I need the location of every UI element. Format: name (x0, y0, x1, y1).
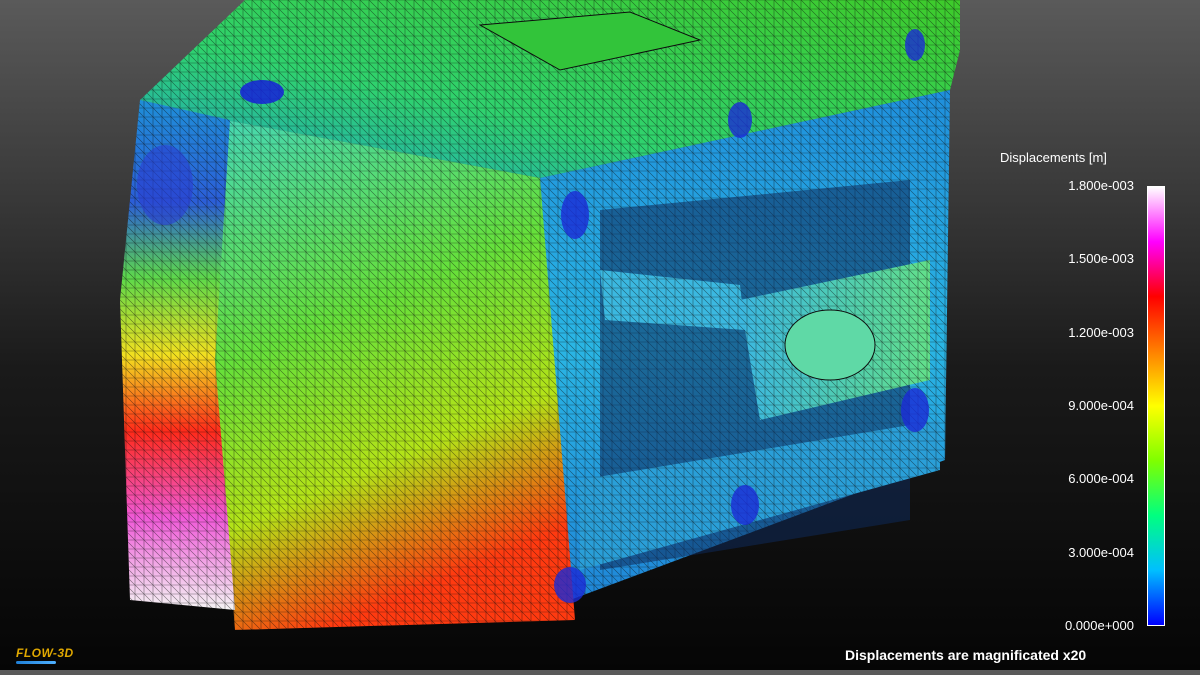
flow3d-logo: FLOW-3D (16, 646, 74, 660)
legend-tick-label: 1.800e-003 (1068, 178, 1134, 193)
legend-tick-label: 0.000e+000 (1064, 618, 1134, 633)
color-scale-bar (1147, 186, 1165, 626)
legend-title: Displacements [m] (1000, 150, 1107, 165)
legend-tick-label: 1.200e-003 (1068, 324, 1134, 340)
legend-tick-label: 1.500e-003 (1068, 251, 1134, 267)
front-face (215, 120, 575, 630)
legend-tick-label: 6.000e-004 (1068, 471, 1134, 487)
legend-tick-label: 9.000e-004 (1068, 398, 1134, 413)
legend-tick-label: 3.000e-004 (1068, 544, 1134, 560)
logo-wave-icon (16, 661, 56, 664)
magnification-note: Displacements are magnificated x20 (845, 647, 1087, 663)
